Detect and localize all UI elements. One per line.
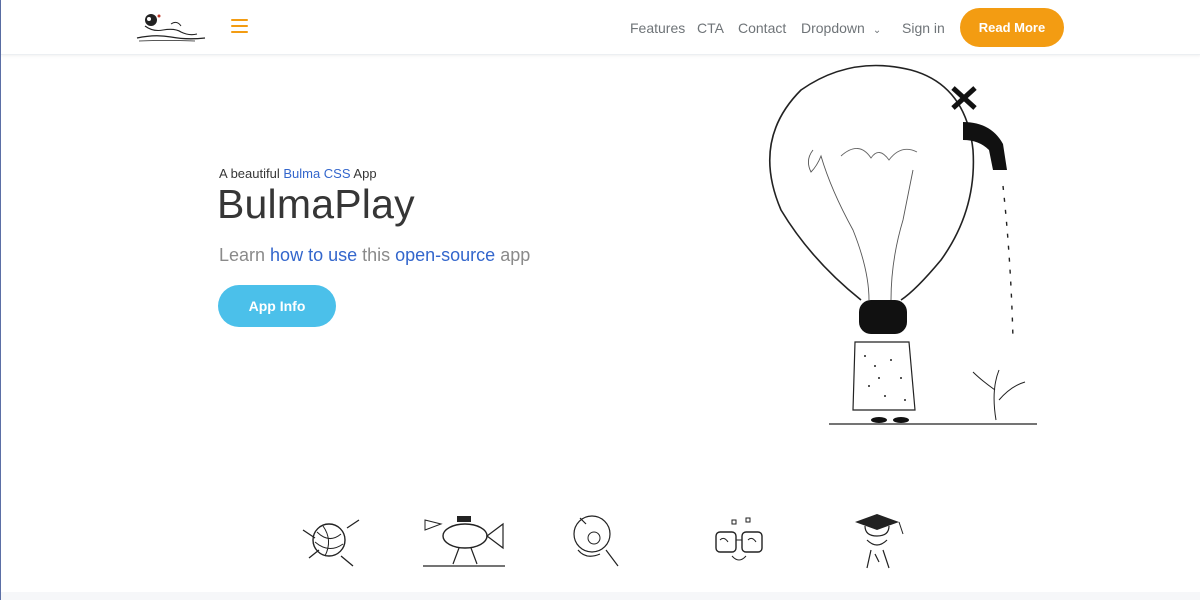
bulma-css-link[interactable]: Bulma CSS bbox=[283, 166, 350, 181]
nav-features[interactable]: Features bbox=[630, 20, 685, 36]
yarn-ball-illustration bbox=[302, 519, 360, 567]
section-divider bbox=[1, 592, 1200, 600]
hamburger-line bbox=[231, 31, 248, 33]
open-source-link[interactable]: open-source bbox=[395, 245, 495, 265]
glasses-illustration bbox=[715, 517, 763, 561]
nav-sign-in[interactable]: Sign in bbox=[902, 20, 945, 36]
hamburger-line bbox=[231, 25, 248, 27]
logo[interactable] bbox=[135, 10, 207, 44]
read-more-button[interactable]: Read More bbox=[960, 8, 1064, 47]
how-to-use-link[interactable]: how to use bbox=[270, 245, 357, 265]
desc-text-1: Learn bbox=[219, 245, 271, 265]
chevron-down-icon: ⌄ bbox=[872, 25, 882, 36]
desc-text-2: this bbox=[357, 245, 396, 265]
guitar-player-illustration bbox=[573, 515, 619, 567]
navbar: Features CTA Contact Dropdown ⌄ Sign in R… bbox=[1, 0, 1200, 55]
app-info-button[interactable]: App Info bbox=[218, 285, 336, 327]
hamburger-icon[interactable] bbox=[231, 19, 248, 33]
desc-text-3: app bbox=[495, 245, 531, 265]
nav-cta[interactable]: CTA bbox=[697, 20, 724, 36]
nav-dropdown-label: Dropdown bbox=[801, 20, 865, 36]
graduate-illustration bbox=[855, 514, 904, 569]
lightbulb-faucet-illustration bbox=[769, 64, 1037, 425]
nav-contact[interactable]: Contact bbox=[738, 20, 786, 36]
hamburger-line bbox=[231, 19, 248, 21]
hero-description: Learn how to use this open-source app bbox=[219, 245, 530, 266]
page-title: BulmaPlay bbox=[217, 181, 415, 227]
hero-kicker-post: App bbox=[350, 166, 377, 181]
nav-dropdown[interactable]: Dropdown ⌄ bbox=[801, 20, 881, 36]
hero-kicker-pre: A beautiful bbox=[219, 166, 284, 181]
hero-kicker: A beautiful Bulma CSS App bbox=[219, 166, 377, 181]
fish-walker-illustration bbox=[423, 516, 505, 567]
